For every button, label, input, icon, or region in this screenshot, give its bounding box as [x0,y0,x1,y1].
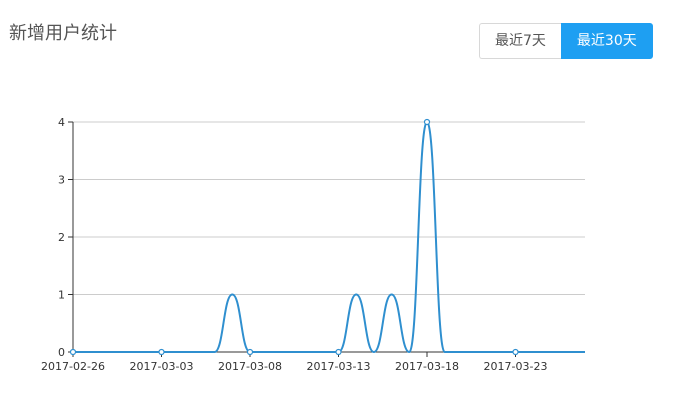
y-tick-label: 3 [58,174,65,187]
axis-layer [68,121,585,357]
x-tick-label: 2017-03-18 [395,360,459,373]
new-users-line-chart: 0 1 2 3 4 2017-02-26 2017-03-03 2017-03-08 2017-… [41,116,585,373]
label-layer: 0 1 2 3 4 2017-02-26 2017-03-03 2017-03-08 2017-… [41,116,547,373]
y-tick-label: 2 [58,231,65,244]
data-point [69,348,77,356]
x-tick-label: 2017-03-23 [484,360,548,373]
x-tick-label: 2017-03-08 [218,360,282,373]
grid-layer [73,121,585,295]
data-point [335,348,342,356]
x-tick-label: 2017-03-03 [130,360,194,373]
y-tick-label: 1 [58,289,65,302]
x-tick-label: 2017-02-26 [41,360,105,373]
data-point [158,348,165,356]
data-point [423,118,431,126]
x-tick-label: 2017-03-13 [307,360,371,373]
data-point [246,348,254,356]
y-tick-label: 0 [58,346,65,359]
page: 新增用户统计 最近7天 最近30天 0 1 2 3 4 2017-02-26 2017-03… [0,0,690,407]
y-tick-label: 4 [58,116,65,129]
data-point [512,348,519,356]
